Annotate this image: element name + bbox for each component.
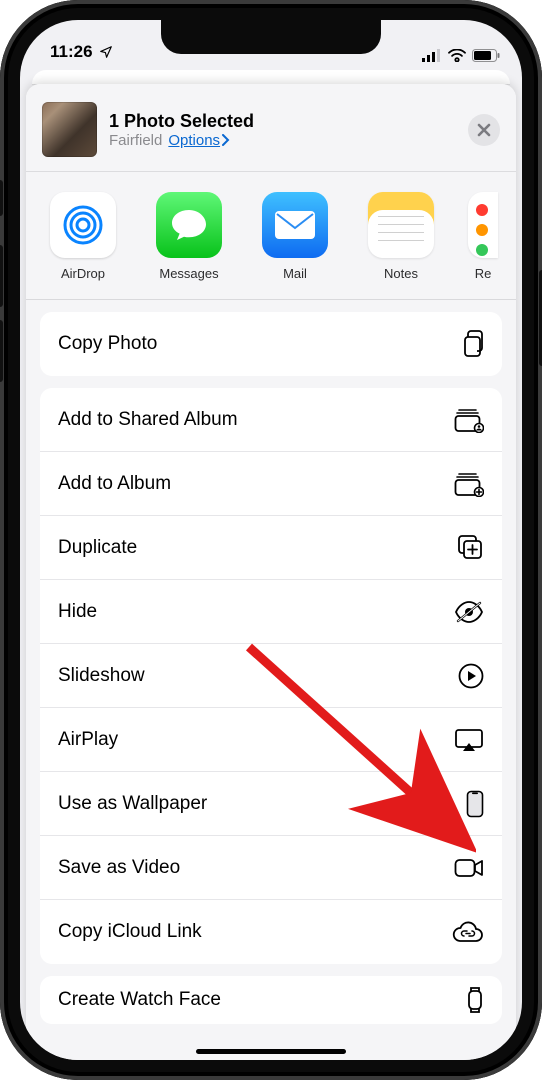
action-airplay[interactable]: AirPlay: [40, 708, 502, 772]
mute-switch: [0, 180, 3, 216]
chevron-right-icon: [222, 134, 230, 146]
wifi-icon: [448, 49, 466, 62]
share-apps-row[interactable]: AirDrop Messages Mail Notes: [26, 172, 516, 300]
action-label: AirPlay: [58, 729, 118, 751]
play-circle-icon: [458, 663, 484, 689]
options-link[interactable]: Options: [168, 132, 230, 149]
action-slideshow[interactable]: Slideshow: [40, 644, 502, 708]
location-label: Fairfield: [109, 132, 162, 149]
battery-icon: [472, 49, 500, 62]
share-app-messages[interactable]: Messages: [150, 192, 228, 281]
options-link-label: Options: [168, 132, 220, 149]
airplay-icon: [454, 728, 484, 752]
actions-group: Add to Shared Album Add to Album Duplica…: [40, 388, 502, 964]
mail-icon: [262, 192, 328, 258]
action-label: Slideshow: [58, 665, 145, 687]
action-hide[interactable]: Hide: [40, 580, 502, 644]
selection-title: 1 Photo Selected: [109, 111, 456, 132]
actions-group: Copy Photo: [40, 312, 502, 376]
home-indicator[interactable]: [196, 1049, 346, 1054]
screen: 11:26 1 Photo Selected Fairfield: [20, 20, 522, 1060]
close-icon: [477, 123, 491, 137]
eye-off-icon: [454, 601, 484, 623]
action-label: Save as Video: [58, 857, 180, 879]
share-app-label: Messages: [159, 266, 218, 281]
share-app-mail[interactable]: Mail: [256, 192, 334, 281]
action-label: Copy Photo: [58, 333, 157, 355]
airdrop-icon: [50, 192, 116, 258]
action-use-wallpaper[interactable]: Use as Wallpaper: [40, 772, 502, 836]
action-copy-photo[interactable]: Copy Photo: [40, 312, 502, 376]
close-button[interactable]: [468, 114, 500, 146]
copy-icon: [458, 330, 484, 358]
volume-up-button: [0, 245, 3, 307]
share-app-reminders[interactable]: Re: [468, 192, 498, 281]
action-copy-icloud[interactable]: Copy iCloud Link: [40, 900, 502, 964]
actions-list[interactable]: Copy Photo Add to Shared Album Add to Al…: [26, 300, 516, 1024]
action-label: Add to Album: [58, 473, 171, 495]
action-add-album[interactable]: Add to Album: [40, 452, 502, 516]
notch: [161, 20, 381, 54]
action-label: Use as Wallpaper: [58, 793, 207, 815]
location-icon: [99, 45, 113, 59]
action-save-video[interactable]: Save as Video: [40, 836, 502, 900]
device-frame: 11:26 1 Photo Selected Fairfield: [0, 0, 542, 1080]
duplicate-icon: [458, 535, 484, 561]
iphone-icon: [466, 790, 484, 818]
album-add-icon: [454, 471, 484, 497]
action-label: Duplicate: [58, 537, 137, 559]
share-app-label: Re: [475, 266, 492, 281]
video-icon: [454, 857, 484, 879]
photo-thumbnail[interactable]: [42, 102, 97, 157]
watch-icon: [466, 986, 484, 1014]
notes-icon: [368, 192, 434, 258]
share-sheet-header: 1 Photo Selected Fairfield Options: [26, 84, 516, 172]
share-app-label: Mail: [283, 266, 307, 281]
action-label: Add to Shared Album: [58, 409, 238, 431]
reminders-icon: [468, 192, 498, 258]
action-create-watch-face[interactable]: Create Watch Face: [40, 976, 502, 1024]
cloud-link-icon: [452, 921, 484, 943]
share-app-notes[interactable]: Notes: [362, 192, 440, 281]
cellular-icon: [422, 49, 442, 62]
action-add-shared-album[interactable]: Add to Shared Album: [40, 388, 502, 452]
action-label: Hide: [58, 601, 97, 623]
background-card-peek: [32, 70, 510, 84]
volume-down-button: [0, 320, 3, 382]
action-label: Copy iCloud Link: [58, 921, 202, 943]
share-sheet: 1 Photo Selected Fairfield Options: [26, 84, 516, 1060]
action-duplicate[interactable]: Duplicate: [40, 516, 502, 580]
share-app-label: AirDrop: [61, 266, 105, 281]
status-time: 11:26: [50, 42, 93, 62]
shared-album-icon: [454, 407, 484, 433]
action-label: Create Watch Face: [58, 989, 221, 1011]
share-app-airdrop[interactable]: AirDrop: [44, 192, 122, 281]
actions-group: Create Watch Face: [40, 976, 502, 1024]
share-app-label: Notes: [384, 266, 418, 281]
messages-icon: [156, 192, 222, 258]
